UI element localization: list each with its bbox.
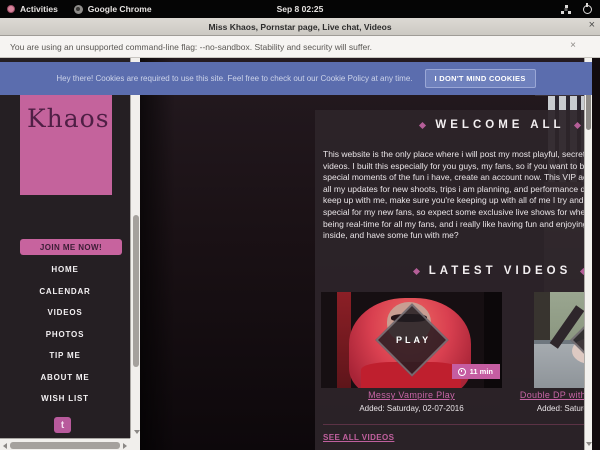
sidebar-item-about-me[interactable]: ABOUT ME xyxy=(40,373,89,382)
video-date-1: Added: Saturday, 02-07-2016 xyxy=(321,404,502,413)
cookie-message: Hey there! Cookies are required to use t… xyxy=(56,74,412,83)
divider xyxy=(323,424,592,425)
latest-videos-heading-text: LATEST VIDEOS xyxy=(429,265,572,277)
background-photo: WELCOME ALL This website is the only pla… xyxy=(140,58,592,450)
cookie-banner: Hey there! Cookies are required to use t… xyxy=(0,62,592,95)
scroll-down-icon[interactable] xyxy=(134,430,140,434)
main-scrollbar[interactable] xyxy=(584,58,592,450)
welcome-heading-text: WELCOME ALL xyxy=(435,119,564,131)
diamond-icon xyxy=(413,267,420,274)
cookie-accept-button[interactable]: I DON'T MIND COOKIES xyxy=(425,69,536,88)
infobar-close-icon[interactable]: × xyxy=(570,40,576,51)
scrollbar-corner xyxy=(130,438,140,450)
page-viewport: WELCOME ALL This website is the only pla… xyxy=(0,58,600,450)
video-title-2: Double DP with my tail and cock xyxy=(514,390,592,400)
sidebar: Miss Khaos JOIN ME NOW! HOME CALENDAR VI… xyxy=(0,58,140,450)
clock[interactable]: Sep 8 02:25 xyxy=(0,4,600,14)
infobar-message: You are using an unsupported command-lin… xyxy=(10,42,372,52)
twitter-icon: t xyxy=(61,420,64,431)
scroll-left-icon[interactable] xyxy=(3,443,7,449)
sidebar-item-home[interactable]: HOME xyxy=(51,265,78,274)
sidebar-item-tip-me[interactable]: TIP ME xyxy=(49,351,80,360)
duration-text: 11 min xyxy=(470,367,493,376)
gnome-top-bar: Activities Google Chrome Sep 8 02:25 xyxy=(0,0,600,18)
sidebar-scrollbar-horizontal[interactable] xyxy=(0,438,130,450)
sidebar-item-videos[interactable]: VIDEOS xyxy=(47,308,82,317)
video-title-link[interactable]: Double DP with my tail and cock xyxy=(520,390,592,400)
site-logo[interactable]: Miss Khaos xyxy=(20,88,112,195)
join-me-now-button[interactable]: JOIN ME NOW! xyxy=(20,239,122,255)
diamond-icon xyxy=(574,121,581,128)
sidebar-item-photos[interactable]: PHOTOS xyxy=(46,330,84,339)
sidebar-scrollbar-thumb[interactable] xyxy=(10,442,120,449)
photo-shadow xyxy=(140,58,175,450)
network-icon[interactable] xyxy=(561,5,571,14)
sidebar-item-calendar[interactable]: CALENDAR xyxy=(39,287,90,296)
chrome-infobar: You are using an unsupported command-lin… xyxy=(0,36,600,58)
sidebar-scrollbar-thumb[interactable] xyxy=(133,215,139,367)
content-panel: WELCOME ALL This website is the only pla… xyxy=(315,110,592,450)
see-all-videos-link[interactable]: SEE ALL VIDEOS xyxy=(323,433,394,442)
clock-icon xyxy=(458,368,466,376)
duration-badge: 11 min xyxy=(452,364,500,379)
window-close-icon[interactable]: × xyxy=(589,19,595,31)
sidebar-item-wish-list[interactable]: WISH LIST xyxy=(41,394,89,403)
system-tray xyxy=(561,0,592,18)
diamond-icon xyxy=(419,121,426,128)
video-thumbnail-1[interactable]: PLAY 11 min xyxy=(321,292,502,388)
window-title: Miss Khaos, Pornstar page, Live chat, Vi… xyxy=(208,22,391,32)
latest-videos-heading: LATEST VIDEOS xyxy=(315,265,592,277)
welcome-paragraph: This website is the only place where i w… xyxy=(323,149,592,242)
play-label: PLAY xyxy=(392,335,430,345)
video-title-1: Messy Vampire Play xyxy=(321,390,502,400)
scroll-down-icon[interactable] xyxy=(586,442,592,446)
window-titlebar: Miss Khaos, Pornstar page, Live chat, Vi… xyxy=(0,18,600,36)
logo-text-khaos: Khaos xyxy=(27,104,110,133)
screen: Activities Google Chrome Sep 8 02:25 Mis… xyxy=(0,0,600,450)
video-date-2: Added: Saturday, 02-07-2016 xyxy=(514,404,592,413)
sidebar-scrollbar-vertical[interactable] xyxy=(130,58,140,438)
welcome-heading: WELCOME ALL xyxy=(315,119,592,131)
video-title-link[interactable]: Messy Vampire Play xyxy=(368,390,455,400)
twitter-button[interactable]: t xyxy=(54,417,71,433)
power-icon[interactable] xyxy=(583,5,592,14)
sidebar-nav: HOME CALENDAR VIDEOS PHOTOS TIP ME ABOUT… xyxy=(0,265,130,403)
scroll-right-icon[interactable] xyxy=(123,443,127,449)
